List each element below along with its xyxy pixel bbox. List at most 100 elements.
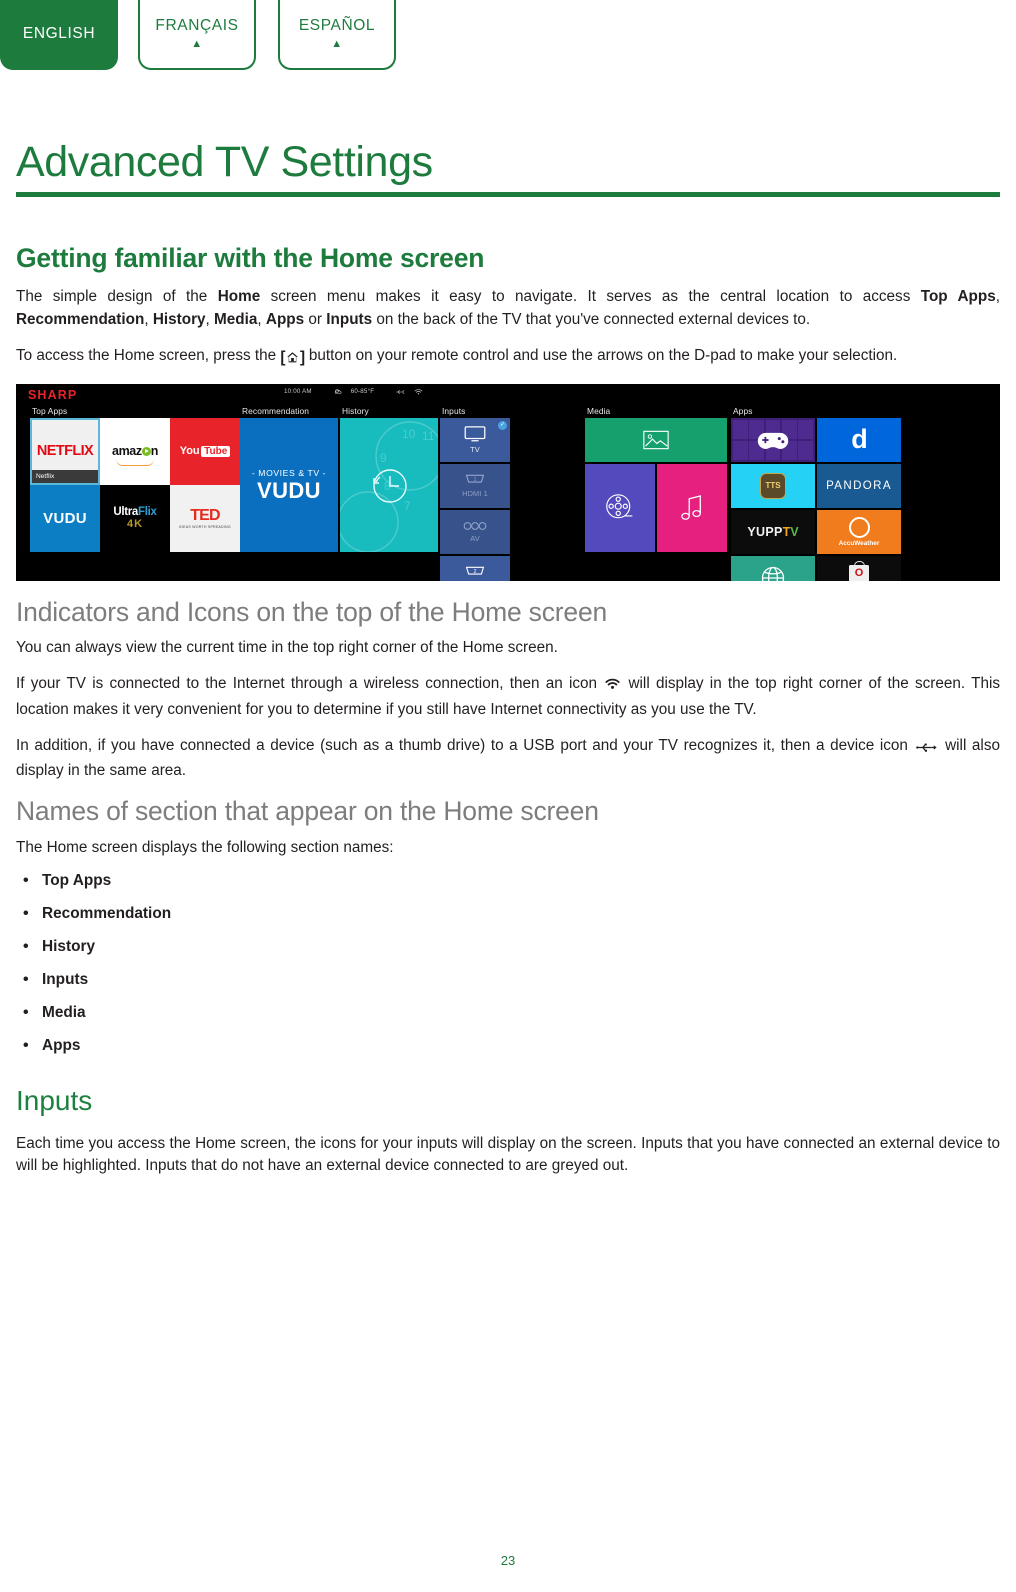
youtube-logo: You Tube xyxy=(180,445,231,457)
term-top-apps: Top Apps xyxy=(920,288,996,306)
term-apps: Apps xyxy=(265,311,305,329)
tv-tile-vudu[interactable]: VUDU xyxy=(30,484,100,552)
term-recommendation: Recommendation xyxy=(16,311,145,329)
language-tab-espanol-label: ESPAÑOL xyxy=(298,17,376,35)
tv-input-tile-tv[interactable]: TV ✓ xyxy=(440,417,510,462)
paragraph-inputs-description: Each time you access the Home screen, th… xyxy=(16,1134,1000,1175)
heading-getting-familiar: Getting familiar with the Home screen xyxy=(16,243,485,273)
document-content: Getting familiar with the Home screen Th… xyxy=(16,243,1000,1191)
term-history: History xyxy=(152,311,206,329)
accuweather-label: AccuWeather xyxy=(838,539,880,547)
text-frag: on the back of the TV that you've connec… xyxy=(372,311,811,329)
list-item: Top Apps xyxy=(16,871,1000,891)
text-frag: button on your remote control and use th… xyxy=(304,347,898,365)
svg-text:9: 9 xyxy=(380,451,387,465)
tts-game-icon: TTS xyxy=(760,472,786,499)
tv-tile-vudu-movies[interactable]: - MOVIES & TV - VUDU xyxy=(240,417,338,552)
tv-app-tile-browser[interactable] xyxy=(731,555,815,581)
music-note-icon xyxy=(681,494,701,520)
tv-tile-ted[interactable]: TED IDEAS WORTH SPREADING xyxy=(170,484,240,552)
text-frag: , xyxy=(205,311,215,329)
language-tab-english-label: ENGLISH xyxy=(22,25,96,43)
paragraph-usb-device-icon: In addition, if you have connected a dev… xyxy=(16,735,1000,784)
tv-tile-amazon[interactable]: amaz n xyxy=(100,417,170,485)
tv-home-grid: Top Apps NETFLIX Netflix amaz n You Tube V… xyxy=(16,404,1000,581)
ted-tagline: IDEAS WORTH SPREADING xyxy=(179,524,231,529)
tv-tile-ultraflix[interactable]: UltraFlix 4K xyxy=(100,484,170,552)
language-tab-francais[interactable]: FRANÇAIS ▲ xyxy=(138,0,256,70)
paragraph-home-screen-intro: The simple design of the Home screen men… xyxy=(16,286,1000,332)
paragraph-wireless-icon: If your TV is connected to the Internet … xyxy=(16,673,1000,722)
netflix-logo: NETFLIX xyxy=(36,443,94,460)
page-title-block: Advanced TV Settings xyxy=(16,138,1000,198)
tv-weather: 60-85°F xyxy=(350,388,375,396)
opera-bag-icon: O xyxy=(849,560,869,581)
tv-media-tile-video[interactable] xyxy=(585,463,655,552)
weather-icon xyxy=(334,389,342,394)
term-home: Home xyxy=(217,288,261,306)
tv-app-tile-games[interactable] xyxy=(731,417,815,462)
title-underline-rule xyxy=(16,192,1000,198)
term-inputs: Inputs xyxy=(326,311,373,329)
usb-icon xyxy=(396,390,405,394)
language-tab-english[interactable]: ENGLISH xyxy=(0,0,118,70)
home-button-glyph: [] xyxy=(280,349,305,367)
tv-status-indicators: 10:00 AM 60-85°F xyxy=(284,388,423,396)
svg-text:2: 2 xyxy=(474,570,477,576)
amazon-logo: amaz n xyxy=(112,444,158,459)
tv-section-label-top-apps: Top Apps xyxy=(32,405,68,416)
tv-app-tile-opera-tv-store[interactable]: O Opera TV Store xyxy=(817,555,901,581)
av-icon xyxy=(463,521,487,530)
tv-app-tile-pandora[interactable]: PANDORA xyxy=(817,463,901,508)
tv-tile-history[interactable]: 11 10 9 8 7 xyxy=(340,417,438,552)
text-frag: , xyxy=(257,311,266,329)
tv-input-tile-av[interactable]: AV xyxy=(440,509,510,554)
tv-app-tile-accuweather[interactable]: AccuWeather xyxy=(817,509,901,554)
text-frag: If your TV is connected to the Internet … xyxy=(16,675,604,693)
tv-status-bar: SHARP 10:00 AM 60-85°F xyxy=(16,384,1000,404)
language-tab-francais-label: FRANÇAIS xyxy=(155,17,239,35)
tv-home-screen-screenshot: SHARP 10:00 AM 60-85°F Top Apps NETFLIX … xyxy=(16,383,1000,581)
text-frag: The simple design of the xyxy=(16,288,218,306)
tv-section-history: History 11 10 9 8 7 xyxy=(340,404,440,581)
list-item: History xyxy=(16,937,1000,957)
list-item: Media xyxy=(16,1003,1000,1023)
tv-section-apps: Apps d TTS PANDORA YUPP T V AccuWeather … xyxy=(731,404,991,581)
tv-app-tile-yupptv[interactable]: YUPP T V xyxy=(731,509,815,554)
tv-section-label-media: Media xyxy=(587,405,611,416)
tv-media-tile-music[interactable] xyxy=(657,463,727,552)
hdmi-icon: 2 xyxy=(465,567,485,576)
heading-names-of-section: Names of section that appear on the Home… xyxy=(16,796,599,827)
tv-app-tile-tts-game[interactable]: TTS xyxy=(731,463,815,508)
language-tab-bar: ENGLISH FRANÇAIS ▲ ESPAÑOL ▲ xyxy=(0,0,1016,72)
paragraph-access-home: To access the Home screen, press the [] … xyxy=(16,345,1000,370)
text-frag: , xyxy=(995,288,1000,306)
tv-tile-netflix[interactable]: NETFLIX Netflix xyxy=(30,417,100,485)
tv-section-label-inputs: Inputs xyxy=(442,405,466,416)
text-frag: To access the Home screen, press the xyxy=(16,347,281,365)
tv-app-tile-dailymotion[interactable]: d xyxy=(817,417,901,462)
language-tab-espanol[interactable]: ESPAÑOL ▲ xyxy=(278,0,396,70)
heading-indicators-and-icons: Indicators and Icons on the top of the H… xyxy=(16,596,608,627)
section-names-list: Top Apps Recommendation History Inputs M… xyxy=(16,871,1000,1056)
svg-text:10: 10 xyxy=(402,427,416,441)
term-media: Media xyxy=(214,311,258,329)
gamepad-icon xyxy=(757,432,789,449)
amazon-smile-icon xyxy=(116,459,154,466)
paragraph-section-names-intro: The Home screen displays the following s… xyxy=(16,838,394,856)
ultraflix-4k-label: 4K xyxy=(126,518,144,531)
check-icon: ✓ xyxy=(498,420,507,430)
page-title: Advanced TV Settings xyxy=(16,138,433,186)
tv-input-tile-hdmi2[interactable]: 2 HDMI 2 xyxy=(440,555,510,581)
ted-logo: TED xyxy=(190,506,220,524)
list-item: Inputs xyxy=(16,970,1000,990)
tv-tile-youtube[interactable]: You Tube xyxy=(170,417,240,485)
svg-text:11: 11 xyxy=(422,429,435,443)
paragraph-current-time: You can always view the current time in … xyxy=(16,639,558,657)
dailymotion-logo: d xyxy=(851,424,867,455)
tv-media-tile-photo[interactable] xyxy=(585,417,727,462)
text-frag: In addition, if you have connected a dev… xyxy=(16,736,914,754)
ultraflix-logo: UltraFlix xyxy=(113,506,157,519)
tv-input-tile-hdmi1[interactable]: 1 HDMI 1 xyxy=(440,463,510,508)
tv-section-label-recommendation: Recommendation xyxy=(242,405,310,416)
